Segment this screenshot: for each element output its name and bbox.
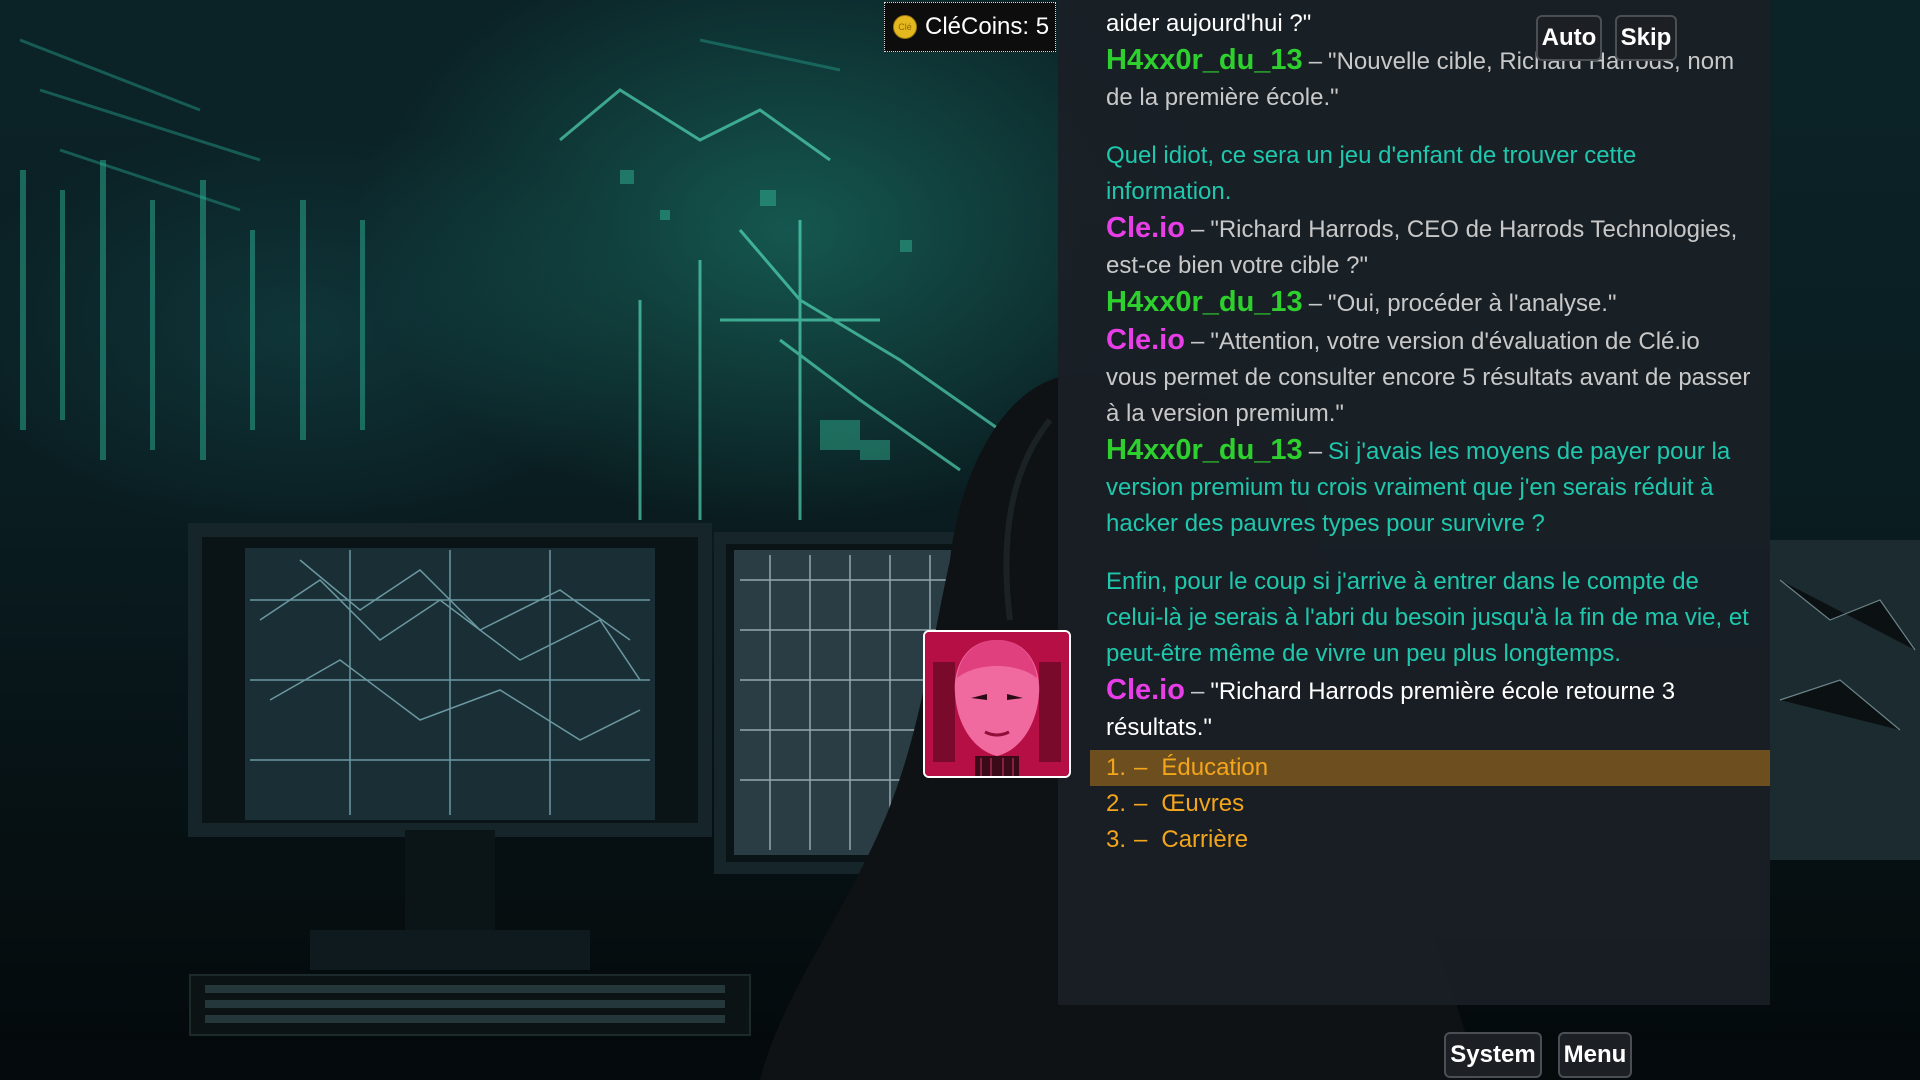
choice-option[interactable]: 1. – Éducation	[1090, 750, 1770, 786]
choice-list: 1. – Éducation 2. – Œuvres 3. – Carrière	[1090, 750, 1770, 858]
speaker-name: H4xx0r_du_13	[1106, 44, 1303, 76]
dialogue-line: Cle.io – "Attention, votre version d'évalu…	[1106, 322, 1756, 432]
choice-label: Éducation	[1161, 754, 1269, 781]
speaker-name: H4xx0r_du_13	[1106, 286, 1303, 318]
choice-number: 3.	[1106, 826, 1127, 853]
speaker-dash: –	[1308, 48, 1323, 75]
dialogue-line: Cle.io – "Richard Harrods première école r…	[1106, 672, 1756, 746]
choice-label: Carrière	[1161, 826, 1249, 853]
choice-label: Œuvres	[1161, 790, 1245, 817]
skip-button[interactable]: Skip	[1615, 15, 1677, 61]
clecoins-label: CléCoins: 5	[925, 13, 1050, 40]
dialogue-text: "Oui, procéder à l'analyse."	[1328, 290, 1617, 317]
speaker-name: Cle.io	[1106, 324, 1185, 356]
choice-dash: –	[1134, 790, 1148, 817]
menu-button[interactable]: Menu	[1558, 1032, 1632, 1078]
choice-dash: –	[1134, 826, 1148, 853]
portrait-illustration	[925, 632, 1069, 776]
robot-woman-portrait	[923, 630, 1071, 778]
speaker-name: Cle.io	[1106, 212, 1185, 244]
dialogue-text: Quel idiot, ce sera un jeu d'enfant de t…	[1106, 142, 1637, 205]
speaker-dash: –	[1308, 290, 1323, 317]
dialogue-line: H4xx0r_du_13– "Oui, procéder à l'analyse.…	[1106, 284, 1756, 322]
choice-dash: –	[1134, 754, 1148, 781]
choice-number: 2.	[1106, 790, 1127, 817]
auto-button[interactable]: Auto	[1536, 15, 1602, 61]
system-button[interactable]: System	[1444, 1032, 1542, 1078]
speaker-name: Cle.io	[1106, 674, 1185, 706]
choice-option[interactable]: 2. – Œuvres	[1106, 786, 1756, 822]
dialogue-text: aider aujourd'hui ?"	[1106, 10, 1312, 37]
speaker-dash: –	[1190, 678, 1205, 705]
clecoins-counter: Clé CléCoins: 5	[884, 2, 1056, 52]
speaker-dash: –	[1308, 438, 1323, 465]
choice-number: 1.	[1106, 754, 1127, 781]
speaker-name: H4xx0r_du_13	[1106, 434, 1303, 466]
dialogue-line: H4xx0r_du_13– Si j'avais les moyens de pa…	[1106, 432, 1756, 542]
speaker-dash: –	[1190, 328, 1205, 355]
dialogue-panel: aider aujourd'hui ?" H4xx0r_du_13– "Nouvel…	[1058, 0, 1770, 1005]
speaker-dash: –	[1190, 216, 1205, 243]
dialogue-text: Enfin, pour le coup si j'arrive à entrer…	[1106, 568, 1749, 667]
choice-option[interactable]: 3. – Carrière	[1106, 822, 1756, 858]
dialogue-line: Quel idiot, ce sera un jeu d'enfant de t…	[1106, 138, 1756, 210]
dialogue-line: Cle.io – "Richard Harrods, CEO de Harrods …	[1106, 210, 1756, 284]
dialogue-log: aider aujourd'hui ?" H4xx0r_du_13– "Nouvel…	[1106, 6, 1756, 746]
coin-icon: Clé	[893, 15, 917, 39]
dialogue-line: Enfin, pour le coup si j'arrive à entrer…	[1106, 564, 1756, 672]
